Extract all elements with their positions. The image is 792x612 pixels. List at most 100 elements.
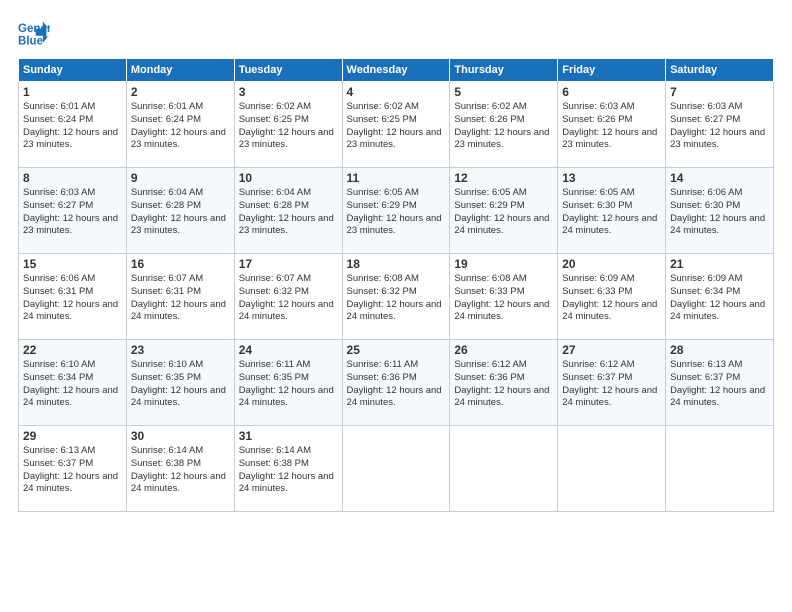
- day-cell: 12 Sunrise: 6:05 AMSunset: 6:29 PMDaylig…: [450, 168, 558, 254]
- day-number: 30: [131, 429, 230, 443]
- day-number: 22: [23, 343, 122, 357]
- day-number: 27: [562, 343, 661, 357]
- logo: General Blue: [18, 18, 50, 50]
- day-cell: 11 Sunrise: 6:05 AMSunset: 6:29 PMDaylig…: [342, 168, 450, 254]
- day-number: 19: [454, 257, 553, 271]
- day-cell: 14 Sunrise: 6:06 AMSunset: 6:30 PMDaylig…: [666, 168, 774, 254]
- header: General Blue: [18, 18, 774, 50]
- day-info: Sunrise: 6:10 AMSunset: 6:34 PMDaylight:…: [23, 359, 118, 408]
- day-info: Sunrise: 6:02 AMSunset: 6:25 PMDaylight:…: [239, 101, 334, 150]
- days-header: SundayMondayTuesdayWednesdayThursdayFrid…: [19, 59, 774, 82]
- day-number: 13: [562, 171, 661, 185]
- day-number: 29: [23, 429, 122, 443]
- day-info: Sunrise: 6:14 AMSunset: 6:38 PMDaylight:…: [239, 445, 334, 494]
- day-number: 9: [131, 171, 230, 185]
- day-number: 26: [454, 343, 553, 357]
- day-info: Sunrise: 6:02 AMSunset: 6:25 PMDaylight:…: [347, 101, 442, 150]
- day-info: Sunrise: 6:03 AMSunset: 6:27 PMDaylight:…: [23, 187, 118, 236]
- day-info: Sunrise: 6:05 AMSunset: 6:29 PMDaylight:…: [347, 187, 442, 236]
- week-row-2: 8 Sunrise: 6:03 AMSunset: 6:27 PMDayligh…: [19, 168, 774, 254]
- day-number: 17: [239, 257, 338, 271]
- day-number: 4: [347, 85, 446, 99]
- day-number: 6: [562, 85, 661, 99]
- day-info: Sunrise: 6:09 AMSunset: 6:33 PMDaylight:…: [562, 273, 657, 322]
- day-cell: 8 Sunrise: 6:03 AMSunset: 6:27 PMDayligh…: [19, 168, 127, 254]
- day-cell: 27 Sunrise: 6:12 AMSunset: 6:37 PMDaylig…: [558, 340, 666, 426]
- day-info: Sunrise: 6:11 AMSunset: 6:36 PMDaylight:…: [347, 359, 442, 408]
- day-cell: 28 Sunrise: 6:13 AMSunset: 6:37 PMDaylig…: [666, 340, 774, 426]
- week-row-4: 22 Sunrise: 6:10 AMSunset: 6:34 PMDaylig…: [19, 340, 774, 426]
- day-cell: 3 Sunrise: 6:02 AMSunset: 6:25 PMDayligh…: [234, 82, 342, 168]
- day-cell: 18 Sunrise: 6:08 AMSunset: 6:32 PMDaylig…: [342, 254, 450, 340]
- day-header-tuesday: Tuesday: [234, 59, 342, 82]
- day-number: 14: [670, 171, 769, 185]
- day-number: 24: [239, 343, 338, 357]
- day-cell: 21 Sunrise: 6:09 AMSunset: 6:34 PMDaylig…: [666, 254, 774, 340]
- day-number: 3: [239, 85, 338, 99]
- day-cell: 1 Sunrise: 6:01 AMSunset: 6:24 PMDayligh…: [19, 82, 127, 168]
- day-number: 18: [347, 257, 446, 271]
- day-cell: 13 Sunrise: 6:05 AMSunset: 6:30 PMDaylig…: [558, 168, 666, 254]
- day-number: 11: [347, 171, 446, 185]
- day-number: 16: [131, 257, 230, 271]
- page: General Blue SundayMondayTuesdayWednesda…: [0, 0, 792, 612]
- day-cell: 4 Sunrise: 6:02 AMSunset: 6:25 PMDayligh…: [342, 82, 450, 168]
- day-info: Sunrise: 6:07 AMSunset: 6:32 PMDaylight:…: [239, 273, 334, 322]
- day-number: 2: [131, 85, 230, 99]
- day-header-sunday: Sunday: [19, 59, 127, 82]
- day-info: Sunrise: 6:04 AMSunset: 6:28 PMDaylight:…: [239, 187, 334, 236]
- day-info: Sunrise: 6:03 AMSunset: 6:27 PMDaylight:…: [670, 101, 765, 150]
- day-cell: 15 Sunrise: 6:06 AMSunset: 6:31 PMDaylig…: [19, 254, 127, 340]
- calendar-body: 1 Sunrise: 6:01 AMSunset: 6:24 PMDayligh…: [19, 82, 774, 512]
- day-cell: [342, 426, 450, 512]
- day-number: 20: [562, 257, 661, 271]
- day-cell: 24 Sunrise: 6:11 AMSunset: 6:35 PMDaylig…: [234, 340, 342, 426]
- day-cell: 29 Sunrise: 6:13 AMSunset: 6:37 PMDaylig…: [19, 426, 127, 512]
- day-cell: 10 Sunrise: 6:04 AMSunset: 6:28 PMDaylig…: [234, 168, 342, 254]
- day-info: Sunrise: 6:08 AMSunset: 6:32 PMDaylight:…: [347, 273, 442, 322]
- day-number: 15: [23, 257, 122, 271]
- day-info: Sunrise: 6:13 AMSunset: 6:37 PMDaylight:…: [23, 445, 118, 494]
- day-cell: 30 Sunrise: 6:14 AMSunset: 6:38 PMDaylig…: [126, 426, 234, 512]
- week-row-5: 29 Sunrise: 6:13 AMSunset: 6:37 PMDaylig…: [19, 426, 774, 512]
- day-cell: 7 Sunrise: 6:03 AMSunset: 6:27 PMDayligh…: [666, 82, 774, 168]
- day-number: 12: [454, 171, 553, 185]
- day-number: 10: [239, 171, 338, 185]
- day-info: Sunrise: 6:01 AMSunset: 6:24 PMDaylight:…: [23, 101, 118, 150]
- day-cell: 17 Sunrise: 6:07 AMSunset: 6:32 PMDaylig…: [234, 254, 342, 340]
- day-cell: 26 Sunrise: 6:12 AMSunset: 6:36 PMDaylig…: [450, 340, 558, 426]
- day-number: 23: [131, 343, 230, 357]
- day-number: 28: [670, 343, 769, 357]
- day-cell: [558, 426, 666, 512]
- day-number: 31: [239, 429, 338, 443]
- day-info: Sunrise: 6:11 AMSunset: 6:35 PMDaylight:…: [239, 359, 334, 408]
- day-cell: 22 Sunrise: 6:10 AMSunset: 6:34 PMDaylig…: [19, 340, 127, 426]
- day-number: 8: [23, 171, 122, 185]
- svg-text:Blue: Blue: [18, 36, 44, 48]
- week-row-1: 1 Sunrise: 6:01 AMSunset: 6:24 PMDayligh…: [19, 82, 774, 168]
- day-number: 1: [23, 85, 122, 99]
- day-info: Sunrise: 6:05 AMSunset: 6:29 PMDaylight:…: [454, 187, 549, 236]
- day-header-wednesday: Wednesday: [342, 59, 450, 82]
- day-cell: 31 Sunrise: 6:14 AMSunset: 6:38 PMDaylig…: [234, 426, 342, 512]
- day-header-saturday: Saturday: [666, 59, 774, 82]
- day-info: Sunrise: 6:10 AMSunset: 6:35 PMDaylight:…: [131, 359, 226, 408]
- day-number: 5: [454, 85, 553, 99]
- day-cell: [450, 426, 558, 512]
- day-info: Sunrise: 6:06 AMSunset: 6:31 PMDaylight:…: [23, 273, 118, 322]
- day-info: Sunrise: 6:12 AMSunset: 6:36 PMDaylight:…: [454, 359, 549, 408]
- day-cell: 20 Sunrise: 6:09 AMSunset: 6:33 PMDaylig…: [558, 254, 666, 340]
- day-info: Sunrise: 6:08 AMSunset: 6:33 PMDaylight:…: [454, 273, 549, 322]
- day-info: Sunrise: 6:03 AMSunset: 6:26 PMDaylight:…: [562, 101, 657, 150]
- day-cell: 23 Sunrise: 6:10 AMSunset: 6:35 PMDaylig…: [126, 340, 234, 426]
- day-info: Sunrise: 6:04 AMSunset: 6:28 PMDaylight:…: [131, 187, 226, 236]
- day-number: 7: [670, 85, 769, 99]
- day-info: Sunrise: 6:02 AMSunset: 6:26 PMDaylight:…: [454, 101, 549, 150]
- day-info: Sunrise: 6:07 AMSunset: 6:31 PMDaylight:…: [131, 273, 226, 322]
- day-number: 21: [670, 257, 769, 271]
- day-info: Sunrise: 6:01 AMSunset: 6:24 PMDaylight:…: [131, 101, 226, 150]
- day-cell: [666, 426, 774, 512]
- day-info: Sunrise: 6:12 AMSunset: 6:37 PMDaylight:…: [562, 359, 657, 408]
- day-number: 25: [347, 343, 446, 357]
- day-info: Sunrise: 6:14 AMSunset: 6:38 PMDaylight:…: [131, 445, 226, 494]
